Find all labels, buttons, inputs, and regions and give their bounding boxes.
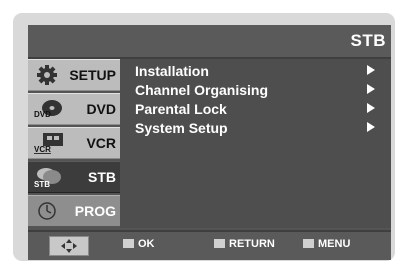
arrow-right-icon xyxy=(367,122,375,132)
stb-icon: STB xyxy=(34,168,61,189)
menu-item-label: Installation xyxy=(135,63,209,79)
menu-hint: MENU xyxy=(303,238,350,250)
sidebar: SETUP DVD DVD VCR VCR STB STB PROG xyxy=(28,59,120,228)
sidebar-item-label: SETUP xyxy=(69,67,116,83)
footer-hint-bar: OK RETURN MENU xyxy=(28,230,391,260)
ok-hint: OK xyxy=(123,238,155,250)
vcr-badge: VCR xyxy=(34,145,51,154)
sidebar-item-setup[interactable]: SETUP xyxy=(28,59,120,91)
dpad-icon xyxy=(49,236,89,256)
gear-icon xyxy=(37,65,57,85)
prog-clock-icon xyxy=(38,202,56,220)
menu-label: MENU xyxy=(318,238,351,250)
menu-item-channel-organising[interactable]: Channel Organising xyxy=(135,82,381,101)
return-hint: RETURN xyxy=(214,238,275,250)
arrow-right-icon xyxy=(367,84,375,94)
osd-screen: STB SETUP DVD DVD VCR VCR STB STB PROG I… xyxy=(28,25,391,260)
menu-item-label: System Setup xyxy=(135,120,228,136)
page-title: STB xyxy=(350,31,386,50)
menu-item-label: Parental Lock xyxy=(135,101,227,117)
sidebar-item-dvd[interactable]: DVD DVD xyxy=(28,93,120,125)
arrow-right-icon xyxy=(367,103,375,113)
sidebar-item-label: STB xyxy=(88,169,116,185)
sidebar-item-label: VCR xyxy=(86,135,116,151)
menu-item-installation[interactable]: Installation xyxy=(135,63,381,82)
title-bar: STB xyxy=(28,25,391,59)
dvd-icon: DVD xyxy=(34,100,62,119)
sidebar-item-label: PROG xyxy=(74,203,116,219)
menu-icon xyxy=(303,239,314,248)
sidebar-item-stb[interactable]: STB STB xyxy=(28,161,120,193)
ok-label: OK xyxy=(138,238,155,250)
dvd-badge: DVD xyxy=(34,110,51,119)
ok-icon xyxy=(123,239,134,248)
return-label: RETURN xyxy=(229,238,275,250)
menu-item-system-setup[interactable]: System Setup xyxy=(135,120,381,139)
return-icon xyxy=(214,239,225,248)
menu-item-label: Channel Organising xyxy=(135,82,269,98)
sidebar-item-prog[interactable]: PROG xyxy=(28,195,120,227)
sidebar-item-label: DVD xyxy=(86,101,116,117)
menu-item-parental-lock[interactable]: Parental Lock xyxy=(135,101,381,120)
stb-badge: STB xyxy=(34,180,50,189)
stb-menu-panel: Installation Channel Organising Parental… xyxy=(120,59,391,228)
sidebar-item-vcr[interactable]: VCR VCR xyxy=(28,127,120,159)
vcr-icon: VCR xyxy=(34,133,63,154)
arrow-right-icon xyxy=(367,65,375,75)
